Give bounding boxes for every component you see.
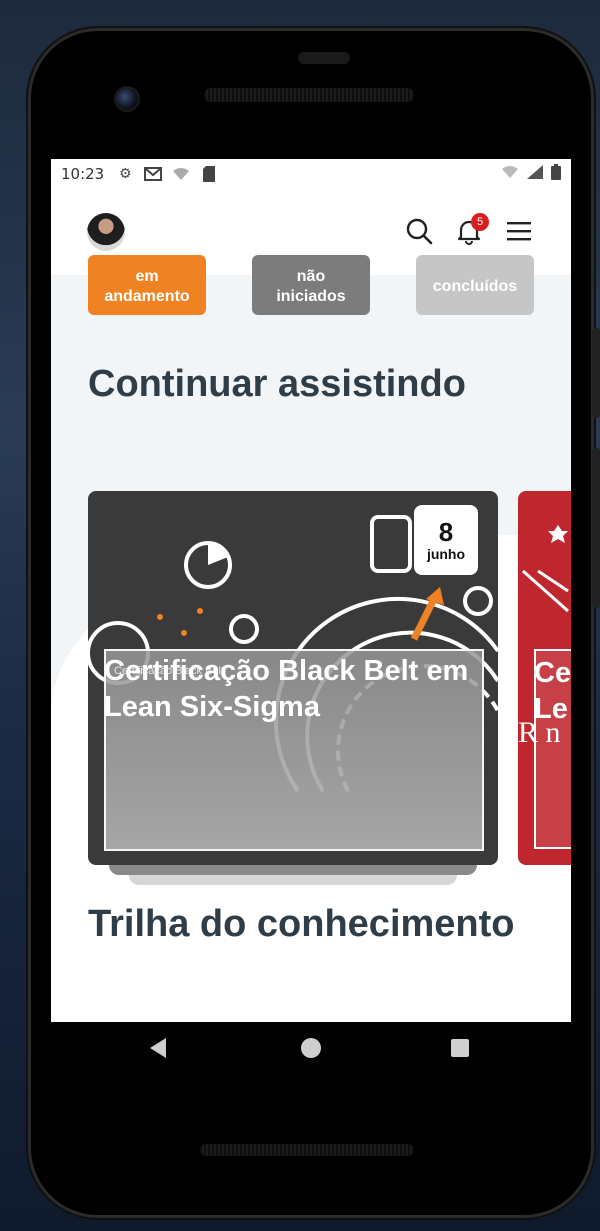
filter-label: concluídos	[432, 278, 518, 295]
notifications-button[interactable]: 5	[449, 211, 489, 251]
signal-icon	[527, 165, 543, 183]
wifi-question-icon	[172, 166, 190, 182]
filter-completed[interactable]: concluídos	[416, 255, 534, 315]
wifi-off-icon	[501, 165, 519, 183]
section-title-trail: Trilha do conhecimento	[88, 903, 515, 945]
filter-label-line2: iniciados	[276, 288, 346, 305]
search-button[interactable]	[399, 211, 439, 251]
back-icon[interactable]	[150, 1038, 166, 1058]
notification-badge: 5	[471, 213, 489, 231]
user-avatar[interactable]	[87, 213, 125, 251]
gear-icon: ⚙	[118, 166, 132, 182]
filter-tabs: em andamento não iniciados concluídos	[51, 255, 571, 330]
card-title: Certificação Black Belt em Lean Six-Sigm…	[104, 655, 469, 723]
sd-card-icon	[200, 166, 218, 182]
status-time: 10:23	[61, 165, 105, 183]
status-bar: 10:23 ⚙	[51, 159, 571, 189]
course-card-next[interactable]: Ce Le R n	[518, 491, 571, 865]
volume-button	[592, 448, 600, 608]
phone-frame: 10:23 ⚙ 5 em andamento não iniciados con…	[28, 28, 600, 1218]
filter-label-line1: não	[296, 268, 326, 285]
date-day: 8	[438, 517, 454, 547]
power-button	[592, 328, 600, 418]
filter-in-progress[interactable]: em andamento	[88, 255, 206, 315]
section-title-continue: Continuar assistindo	[88, 363, 466, 405]
gmail-icon	[144, 166, 163, 182]
search-icon	[406, 218, 433, 245]
filter-label-line1: em	[135, 268, 159, 285]
menu-button[interactable]	[499, 211, 539, 251]
course-illustration	[522, 525, 569, 613]
hamburger-icon	[507, 222, 531, 241]
screen: 10:23 ⚙ 5 em andamento não iniciados con…	[51, 159, 571, 1022]
top-speaker	[204, 88, 414, 102]
android-nav-bar	[28, 1022, 594, 1082]
course-card[interactable]: 8 junho Certificação Black Belt Certific…	[88, 491, 498, 865]
main-content: em andamento não iniciados concluídos Co…	[51, 255, 571, 1022]
home-icon[interactable]	[301, 1038, 321, 1058]
battery-icon	[551, 164, 561, 184]
filter-not-started[interactable]: não iniciados	[252, 255, 370, 315]
date-badge: 8 junho	[414, 505, 478, 575]
earpiece	[298, 52, 350, 64]
card-fragment: R n	[518, 716, 561, 749]
date-month: junho	[426, 546, 466, 562]
filter-label-line2: andamento	[104, 288, 190, 305]
bottom-speaker	[200, 1144, 414, 1156]
recents-icon[interactable]	[451, 1039, 469, 1057]
front-camera	[114, 86, 140, 112]
